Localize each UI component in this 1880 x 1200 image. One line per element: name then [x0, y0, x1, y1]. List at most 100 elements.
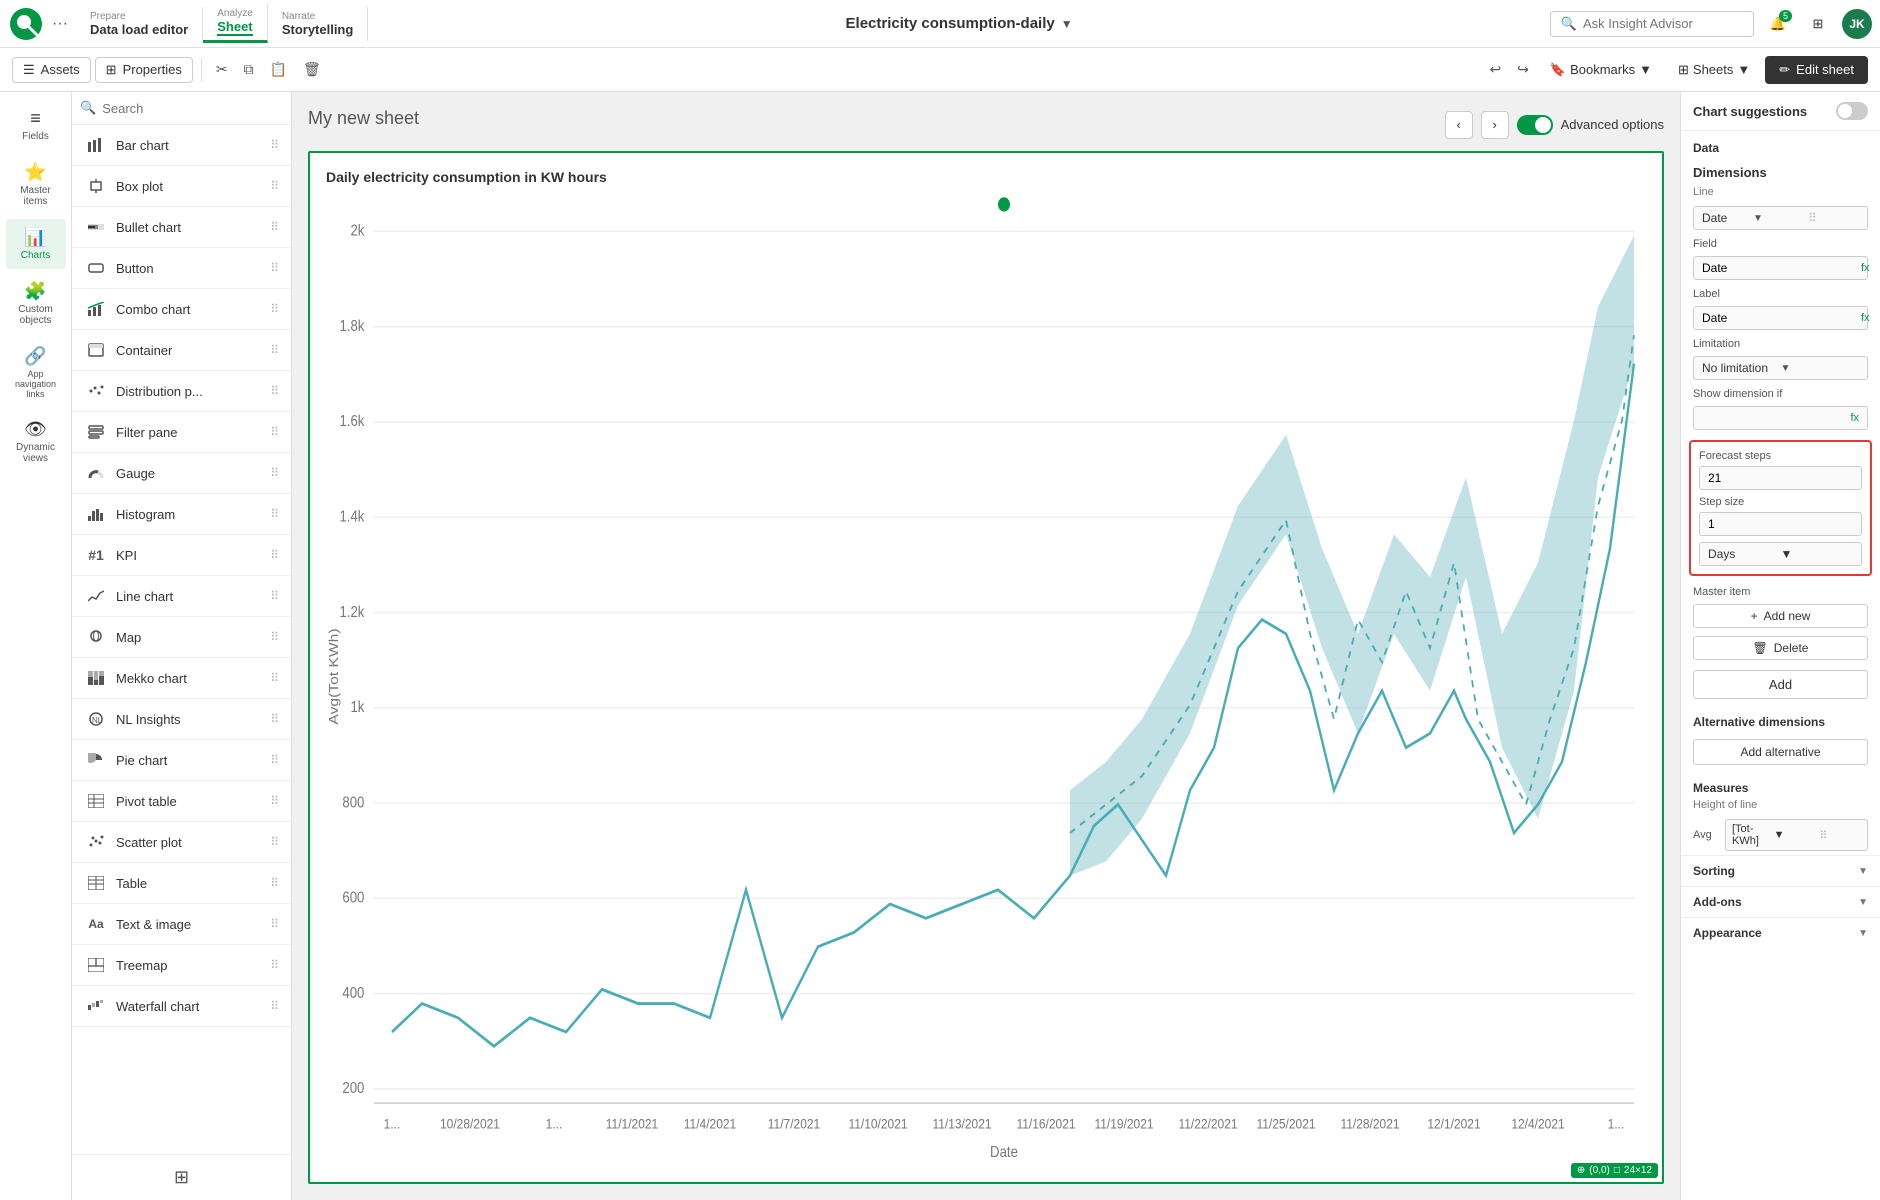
cut-button[interactable]: ✂ — [210, 57, 234, 82]
sheets-button[interactable]: ⊞ Sheets ▼ — [1667, 57, 1761, 83]
step-unit-select[interactable]: Days ▼ — [1699, 542, 1862, 566]
chart-item-gauge[interactable]: Gauge ⠿ — [72, 453, 291, 494]
apps-grid-button[interactable]: ⊞ — [1802, 8, 1834, 40]
chart-item-container[interactable]: Container ⠿ — [72, 330, 291, 371]
chart-item-mekko[interactable]: Mekko chart ⠿ — [72, 658, 291, 699]
edit-sheet-button[interactable]: ✏ Edit sheet — [1765, 56, 1868, 84]
sorting-collapse-icon: ▼ — [1858, 866, 1868, 877]
chart-search-input[interactable] — [102, 101, 283, 116]
dimensions-title: Dimensions — [1681, 159, 1880, 184]
add-ons-section[interactable]: Add-ons ▼ — [1681, 886, 1880, 917]
undo-button[interactable]: ↩ — [1483, 57, 1507, 82]
chart-item-waterfall[interactable]: Waterfall chart ⠿ — [72, 986, 291, 1027]
right-properties-panel: Chart suggestions Data Dimensions Line D… — [1680, 92, 1880, 1200]
chart-item-treemap[interactable]: Treemap ⠿ — [72, 945, 291, 986]
user-avatar[interactable]: JK — [1842, 9, 1872, 39]
chart-item-table[interactable]: Table ⠿ — [72, 863, 291, 904]
chart-item-histogram[interactable]: Histogram ⠿ — [72, 494, 291, 535]
sidebar-item-fields[interactable]: ≡ Fields — [6, 100, 66, 150]
alt-dimensions-title: Alternative dimensions — [1681, 705, 1880, 733]
add-visualization-button[interactable]: ⊞ — [168, 1163, 195, 1192]
add-alternative-button[interactable]: Add alternative — [1693, 739, 1868, 765]
step-size-field[interactable] — [1708, 517, 1853, 531]
properties-button[interactable]: ⊞ Properties — [95, 57, 193, 83]
sidebar-item-master-items[interactable]: ⭐ Master items — [6, 154, 66, 215]
bookmarks-button[interactable]: 🔖 Bookmarks ▼ — [1539, 57, 1663, 83]
field-fx-button[interactable]: fx — [1861, 262, 1870, 274]
chart-suggestions-toggle[interactable] — [1836, 102, 1868, 120]
advanced-options-toggle[interactable] — [1517, 115, 1553, 135]
show-dim-if-field[interactable] — [1702, 411, 1846, 425]
notifications-button[interactable]: 🔔 5 — [1762, 8, 1794, 40]
add-new-button[interactable]: + Add new — [1693, 604, 1868, 628]
nav-right: 🔍 🔔 5 ⊞ JK — [1550, 8, 1872, 40]
drag-handle-icon: ⠿ — [270, 466, 279, 480]
appearance-section[interactable]: Appearance ▼ — [1681, 917, 1880, 948]
svg-text:1k: 1k — [350, 699, 365, 716]
svg-text:1...: 1... — [546, 1116, 563, 1132]
field-input[interactable]: fx — [1693, 256, 1868, 280]
chart-item-kpi[interactable]: #1 KPI ⠿ — [72, 535, 291, 576]
delete-button[interactable]: 🗑 — [297, 57, 327, 82]
redo-button[interactable]: ↪ — [1511, 57, 1535, 82]
chart-item-scatter[interactable]: Scatter plot ⠿ — [72, 822, 291, 863]
chart-item-button[interactable]: Button ⠿ — [72, 248, 291, 289]
forecast-steps-field[interactable] — [1708, 471, 1853, 485]
drag-handle-icon: ⠿ — [270, 343, 279, 357]
label-input-field[interactable] — [1702, 311, 1857, 325]
sidebar-item-charts[interactable]: 📊 Charts — [6, 219, 66, 269]
next-nav-button[interactable]: › — [1481, 111, 1509, 139]
measures-title: Measures — [1681, 771, 1880, 797]
size-icon: □ — [1614, 1165, 1620, 1176]
chart-item-pivot[interactable]: Pivot table ⠿ — [72, 781, 291, 822]
chart-item-distribution[interactable]: Distribution p... ⠿ — [72, 371, 291, 412]
insight-search-box[interactable]: 🔍 — [1550, 11, 1754, 37]
label-fx-button[interactable]: fx — [1861, 312, 1870, 324]
limitation-select-row: No limitation ▼ — [1681, 352, 1880, 384]
more-options-icon[interactable]: ··· — [44, 15, 76, 33]
left-sidebar: ≡ Fields ⭐ Master items 📊 Charts 🧩 Custo… — [0, 92, 72, 1200]
assets-button[interactable]: ☰ Assets — [12, 57, 91, 83]
master-item-label: Master item — [1681, 582, 1880, 600]
insight-search-input[interactable] — [1583, 16, 1743, 31]
nav-prepare[interactable]: Prepare Data load editor — [76, 7, 203, 41]
sorting-section[interactable]: Sorting ▼ — [1681, 855, 1880, 886]
date-dimension-select[interactable]: Date ▼ ⠿ — [1693, 206, 1868, 230]
chart-item-map[interactable]: Map ⠿ — [72, 617, 291, 658]
drag-handle-icon: ⠿ — [270, 507, 279, 521]
chart-item-line[interactable]: Line chart ⠿ — [72, 576, 291, 617]
show-dim-fx-button[interactable]: fx — [1850, 412, 1859, 424]
nav-narrate[interactable]: Narrate Storytelling — [268, 7, 369, 41]
chart-suggestions-header: Chart suggestions — [1681, 92, 1880, 131]
show-dim-if-input[interactable]: fx — [1693, 406, 1868, 430]
app-title-dropdown-icon[interactable]: ▼ — [1061, 17, 1073, 31]
svg-text:NL: NL — [92, 716, 103, 725]
chart-item-bar[interactable]: Bar chart ⠿ — [72, 125, 291, 166]
prev-nav-button[interactable]: ‹ — [1445, 111, 1473, 139]
label-input[interactable]: fx — [1693, 306, 1868, 330]
sidebar-item-app-nav[interactable]: 🔗 App navigation links — [6, 338, 66, 407]
chart-item-text[interactable]: Aa Text & image ⠿ — [72, 904, 291, 945]
measures-select[interactable]: [Tot-KWh] ▼ ⠿ — [1725, 819, 1868, 851]
step-size-input[interactable] — [1699, 512, 1862, 536]
delete-dimension-button[interactable]: 🗑 Delete — [1693, 636, 1868, 660]
chart-item-boxplot[interactable]: Box plot ⠿ — [72, 166, 291, 207]
chart-item-combo[interactable]: Combo chart ⠿ — [72, 289, 291, 330]
chart-item-filter[interactable]: Filter pane ⠿ — [72, 412, 291, 453]
add-dimension-button[interactable]: Add — [1693, 670, 1868, 699]
paste-button[interactable]: 📋 — [264, 57, 293, 82]
svg-text:1.8k: 1.8k — [339, 318, 365, 335]
copy-button[interactable]: ⧉ — [238, 57, 260, 82]
sidebar-item-dynamic-views[interactable]: 👁 Dynamic views — [6, 411, 66, 472]
chart-item-pie[interactable]: Pie chart ⠿ — [72, 740, 291, 781]
sidebar-item-custom-objects[interactable]: 🧩 Custom objects — [6, 273, 66, 334]
field-input-field[interactable] — [1702, 261, 1857, 275]
label-input-row: fx — [1681, 302, 1880, 334]
chart-item-nl[interactable]: NL NL Insights ⠿ — [72, 699, 291, 740]
nav-analyze[interactable]: Analyze Sheet — [203, 4, 268, 43]
limitation-select[interactable]: No limitation ▼ — [1693, 356, 1868, 380]
drag-handle-icon: ⠿ — [270, 999, 279, 1013]
chart-item-bullet[interactable]: Bullet chart ⠿ — [72, 207, 291, 248]
forecast-steps-input[interactable] — [1699, 466, 1862, 490]
svg-text:11/25/2021: 11/25/2021 — [1256, 1116, 1315, 1132]
